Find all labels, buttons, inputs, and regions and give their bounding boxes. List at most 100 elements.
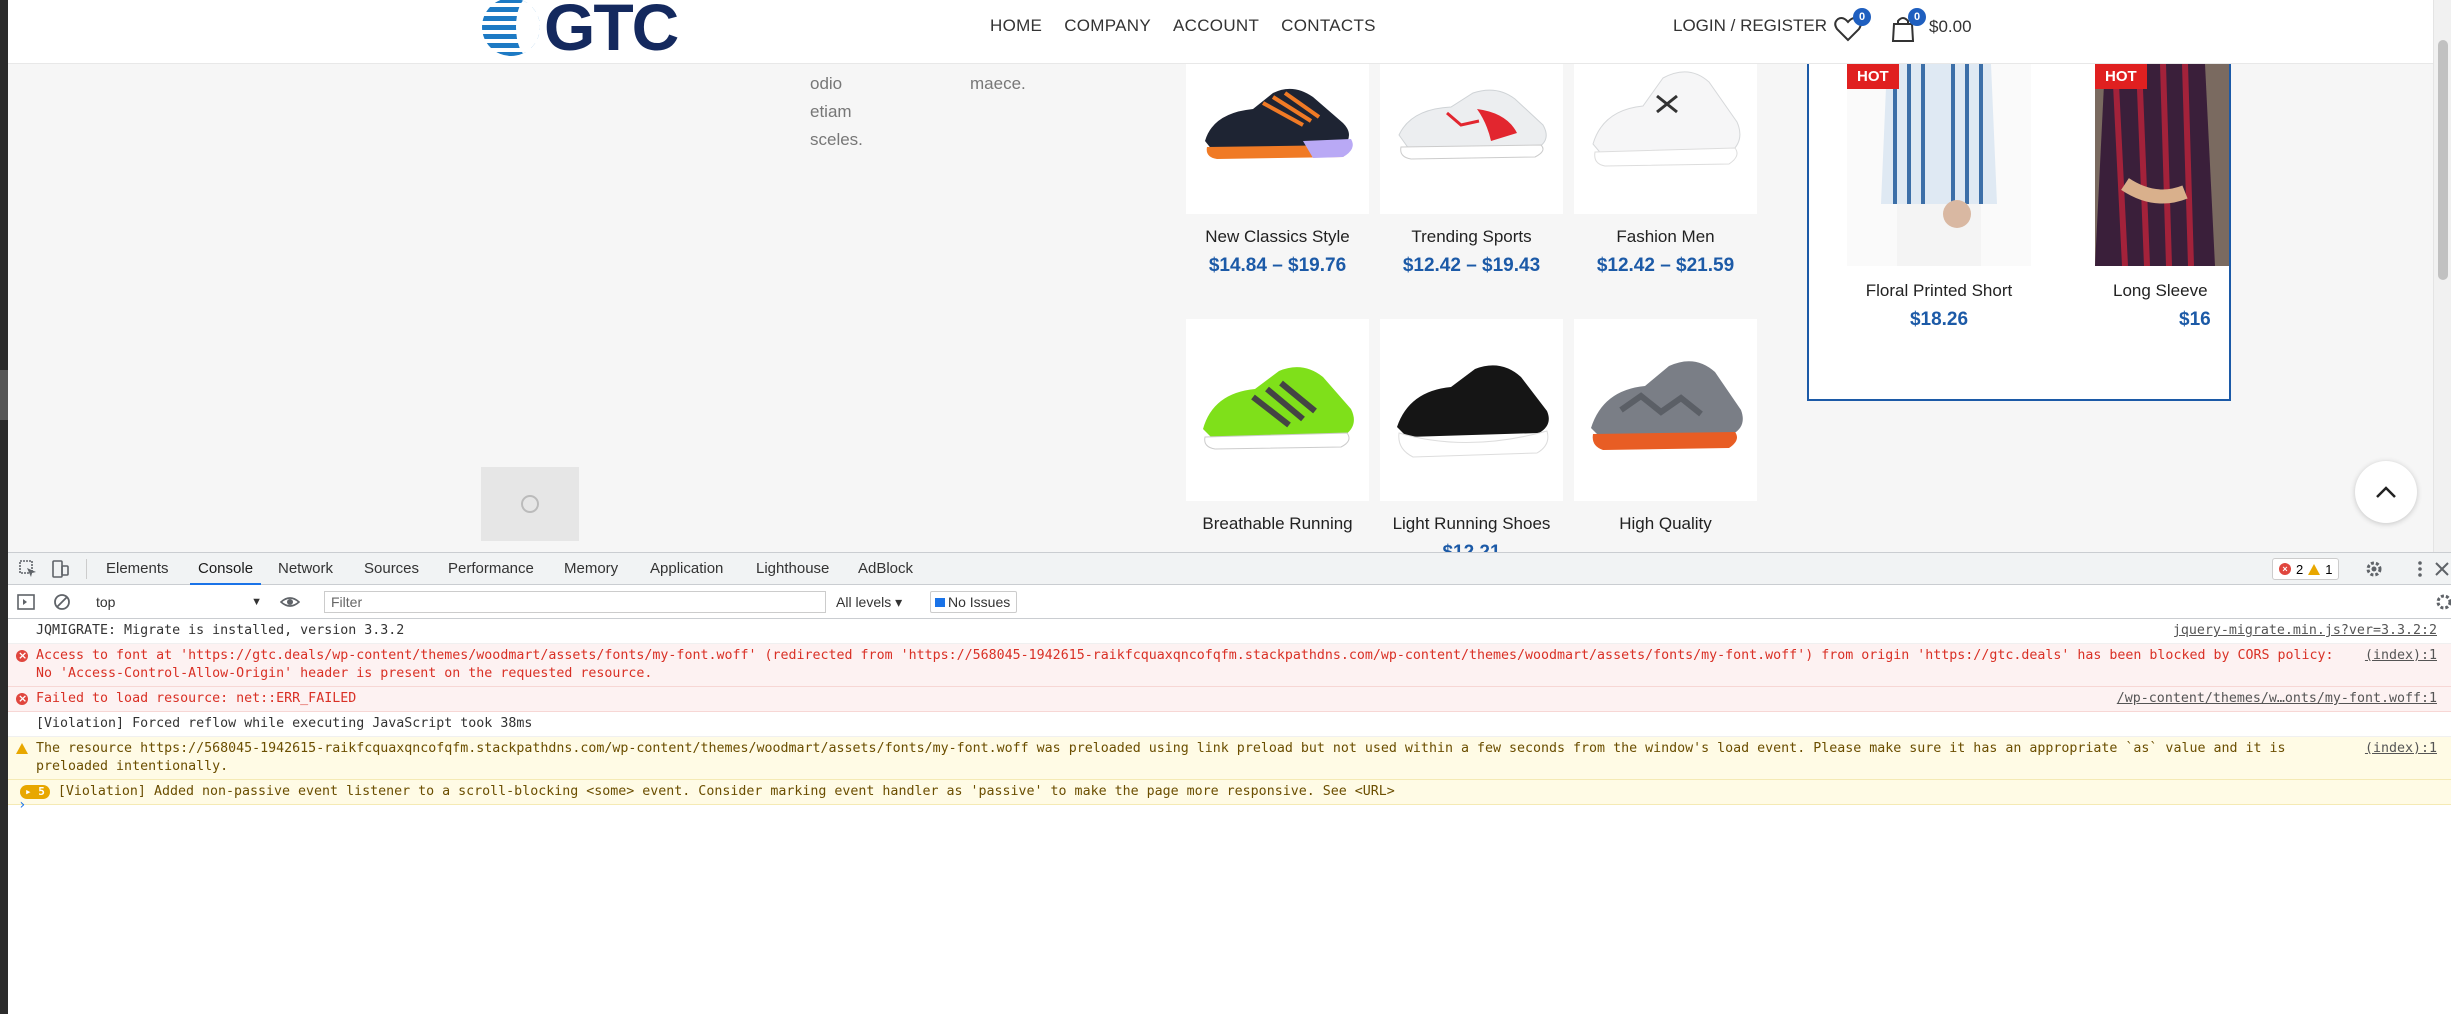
message-text: The resource https://568045-1942615-raik… [36,741,2286,774]
console-prompt[interactable]: › [18,797,26,813]
product-name[interactable]: High Quality [1574,514,1757,534]
product-card[interactable]: Trending Sports $12.42 – $19.43 [1380,32,1563,277]
console-message[interactable]: JQMIGRATE: Migrate is installed, version… [8,619,2451,644]
scroll-to-top-button[interactable] [2355,461,2417,523]
console-error-message[interactable]: Access to font at 'https://gtc.deals/wp-… [8,644,2451,687]
site-logo[interactable]: GTC [482,0,679,64]
hot-badge: HOT [2095,64,2147,89]
message-source-link[interactable]: /wp-content/themes/w…onts/my-font.woff:1 [2117,690,2437,708]
context-value: top [96,594,116,610]
tab-performance[interactable]: Performance [440,553,542,585]
cart-count-badge: 0 [1908,8,1926,26]
product-name[interactable]: Floral Printed Short [1847,281,2031,301]
device-toolbar-icon[interactable] [50,559,70,579]
product-price: $16 [2179,309,2211,330]
text-fragment: etiam [810,102,852,121]
warning-icon [16,743,28,754]
message-text: [Violation] Added non-passive event list… [57,784,1395,799]
issues-flag-icon [935,598,945,607]
issue-counter[interactable]: × 2 1 [2272,558,2340,580]
close-devtools-icon[interactable] [2432,559,2451,579]
console-violation-message[interactable]: [Violation] Forced reflow while executin… [8,712,2451,737]
clear-console-icon[interactable] [52,592,72,612]
tab-application[interactable]: Application [642,553,731,585]
sidebar-toggle-icon[interactable] [16,592,36,612]
product-image[interactable] [1574,319,1757,501]
issues-button[interactable]: No Issues [930,591,1018,613]
message-source-link[interactable]: (index):1 [2365,740,2437,758]
context-selector[interactable]: top ▼ [92,591,268,613]
product-name[interactable]: New Classics Style [1186,227,1369,247]
product-image[interactable]: HOT [2095,64,2229,266]
console-violation-group[interactable]: ▸ 5 [Violation] Added non-passive event l… [8,780,2451,805]
product-card[interactable]: Breathable Running [1186,319,1369,542]
page-scrollbar[interactable] [2433,0,2451,552]
product-name[interactable]: Fashion Men [1574,227,1757,247]
more-options-icon[interactable] [2410,559,2430,579]
product-image[interactable] [1186,319,1369,501]
hot-badge: HOT [1847,64,1899,89]
product-price: $12.42 – $19.43 [1402,255,1541,276]
hot-product-card[interactable]: HOT Floral Printed Short $18.26 [1847,64,2031,331]
wishlist-button[interactable]: 0 [1833,8,1871,44]
hot-products-carousel[interactable]: HOT Floral Printed Short $18.26 HOT Long… [1807,64,2231,401]
error-icon [16,647,28,665]
main-nav: HOME COMPANY ACCOUNT CONTACTS [990,16,1376,36]
login-register-link[interactable]: LOGIN / REGISTER [1673,16,1827,36]
product-image[interactable]: HOT [1847,64,2031,266]
console-toolbar: top▼ All levels ▾ No Issues [8,585,2451,619]
logo-text: GTC [544,0,679,64]
error-count: 2 [2296,561,2304,577]
devtools-panel: Elements Console Network Sources Perform… [8,552,2451,1014]
website-viewport: odio etiam sceles. maece. New Classics S… [8,0,2451,552]
message-text: JQMIGRATE: Migrate is installed, version… [36,623,405,638]
error-icon: × [2279,563,2291,575]
console-settings-icon[interactable] [2434,592,2451,612]
console-filter-input[interactable] [324,591,826,613]
inspect-element-icon[interactable] [18,559,38,579]
issues-label: No Issues [948,594,1011,610]
log-levels-label: All levels [836,594,892,610]
site-header: GTC HOME COMPANY ACCOUNT CONTACTS LOGIN … [8,0,2433,64]
wishlist-count-badge: 0 [1853,8,1871,26]
tab-network[interactable]: Network [270,553,341,585]
hot-product-card[interactable]: HOT Long Sleeve $16 [2095,64,2229,331]
nav-company[interactable]: COMPANY [1064,16,1151,36]
product-image[interactable] [1380,319,1563,501]
tab-elements[interactable]: Elements [98,553,177,585]
product-name[interactable]: Light Running Shoes [1380,514,1563,534]
left-window-edge [0,0,8,1014]
text-fragment: maece. [970,74,1026,93]
console-warning-message[interactable]: The resource https://568045-1942615-raik… [8,737,2451,780]
product-price: $12.42 – $21.59 [1596,255,1735,276]
tab-console[interactable]: Console [190,553,262,585]
tab-adblock[interactable]: AdBlock [850,553,921,585]
nav-home[interactable]: HOME [990,16,1042,36]
image-placeholder[interactable] [481,467,579,541]
log-levels-dropdown[interactable]: All levels ▾ [830,591,908,613]
product-card[interactable]: Light Running Shoes $12.21 [1380,319,1563,552]
cart-total[interactable]: $0.00 [1929,17,1972,37]
nav-account[interactable]: ACCOUNT [1173,16,1259,36]
tab-memory[interactable]: Memory [556,553,626,585]
product-card[interactable]: New Classics Style $14.84 – $19.76 [1186,32,1369,277]
tab-sources[interactable]: Sources [356,553,427,585]
message-source-link[interactable]: jquery-migrate.min.js?ver=3.3.2:2 [2173,622,2437,640]
tab-lighthouse[interactable]: Lighthouse [748,553,837,585]
product-card[interactable]: High Quality [1574,319,1757,542]
text-fragment: sceles. [810,130,863,149]
eye-icon[interactable] [280,592,300,612]
product-card[interactable]: Fashion Men $12.42 – $21.59 [1574,32,1757,277]
settings-gear-icon[interactable] [2364,559,2384,579]
console-error-message[interactable]: Failed to load resource: net::ERR_FAILED… [8,687,2451,712]
product-price: $18.26 [1909,309,1969,330]
nav-contacts[interactable]: CONTACTS [1281,16,1376,36]
product-name[interactable]: Long Sleeve [2095,281,2229,301]
product-price: $12.21 [1380,542,1563,552]
product-name[interactable]: Trending Sports [1380,227,1563,247]
cart-button[interactable]: 0 [1888,8,1926,44]
console-messages: JQMIGRATE: Migrate is installed, version… [8,619,2451,805]
product-name[interactable]: Breathable Running [1186,514,1369,534]
message-source-link[interactable]: (index):1 [2365,647,2437,665]
error-icon [16,690,28,708]
